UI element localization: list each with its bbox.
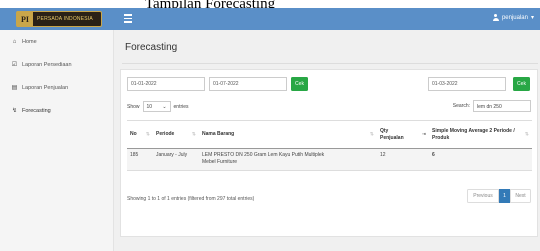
sort-icon: ⇅	[191, 131, 196, 137]
date-single-input[interactable]: 01-03-2022	[428, 77, 506, 91]
main-content: Forecasting 01-01-2022 01-07-2022 Cek 01…	[114, 30, 540, 251]
table-row[interactable]: 185 January - July LEM PRESTO DN 250 Gra…	[127, 148, 532, 171]
next-button[interactable]: Next	[510, 189, 531, 203]
previous-button[interactable]: Previous	[467, 189, 499, 203]
col-header-no[interactable]: No ⇅	[127, 120, 153, 149]
col-header-nama-barang[interactable]: Nama Barang ⇅	[199, 120, 377, 149]
sidebar: ⌂ Home ☑ Laporan Persediaan ▤ Laporan Pe…	[0, 30, 114, 251]
table-info: Showing 1 to 1 of 1 entries (filtered fr…	[127, 196, 255, 202]
col-header-qty[interactable]: Qty Penjualan ⇥	[377, 120, 429, 149]
sidebar-item-label: Home	[22, 38, 37, 45]
menu-toggle-icon[interactable]	[124, 14, 132, 23]
pagination: Previous 1 Next	[467, 189, 531, 203]
chevron-down-icon: ▾	[530, 15, 534, 21]
sidebar-item-laporan-persediaan[interactable]: ☑ Laporan Persediaan	[0, 53, 113, 76]
cell-no: 185	[127, 148, 153, 171]
user-menu[interactable]: penjualan ▾	[492, 14, 534, 21]
checkbox-icon: ☑	[11, 62, 18, 68]
sidebar-item-forecasting[interactable]: ↯ Forecasting	[0, 99, 113, 122]
search-control: Search: lem dn 250	[453, 100, 531, 112]
sidebar-item-label: Laporan Persediaan	[22, 61, 72, 68]
page-title: Forecasting	[125, 42, 178, 53]
date-to-input[interactable]: 01-07-2022	[209, 77, 287, 91]
entries-select[interactable]: 10 ⌄	[142, 101, 171, 112]
show-label: Show	[127, 103, 140, 110]
table-header-row: No ⇅ Periode ⇅ Nama Barang ⇅ Qty Penjualan ⇥…	[127, 120, 532, 149]
sidebar-item-label: Laporan Penjualan	[22, 84, 69, 91]
forecast-card: 01-01-2022 01-07-2022 Cek 01-03-2022 Cek…	[120, 69, 538, 237]
entries-label: entries	[173, 103, 189, 110]
length-control: Show 10 ⌄ entries	[127, 101, 189, 112]
chevron-down-icon: ⌄	[162, 103, 167, 110]
user-icon	[492, 14, 499, 21]
sort-icon: ⇅	[369, 131, 374, 137]
logo-text: PERSADA INDONESIA	[37, 16, 93, 22]
cell-qty: 12	[377, 148, 429, 171]
cek-button[interactable]: Cek	[291, 77, 308, 91]
home-icon: ⌂	[12, 38, 17, 45]
sort-icon: ⇥	[421, 131, 426, 137]
page-1-button[interactable]: 1	[499, 189, 510, 203]
sort-icon: ⇅	[524, 131, 529, 137]
top-navbar: PI PERSADA INDONESIA penjualan ▾	[0, 8, 540, 30]
col-header-periode[interactable]: Periode ⇅	[153, 120, 199, 149]
cell-periode: January - July	[153, 148, 199, 171]
divider	[122, 63, 538, 64]
sort-icon: ⇅	[145, 131, 150, 137]
search-input[interactable]: lem dn 250	[473, 100, 531, 112]
search-label: Search:	[452, 103, 470, 109]
date-from-input[interactable]: 01-01-2022	[127, 77, 205, 91]
brand-logo[interactable]: PI PERSADA INDONESIA	[16, 11, 102, 27]
cell-sma: 6	[429, 148, 532, 171]
sidebar-item-laporan-penjualan[interactable]: ▤ Laporan Penjualan	[0, 76, 113, 99]
sidebar-item-label: Forecasting	[22, 107, 51, 114]
user-name: penjualan	[501, 14, 528, 21]
sidebar-item-home[interactable]: ⌂ Home	[0, 30, 113, 53]
chart-icon: ↯	[11, 108, 18, 114]
forecast-table: No ⇅ Periode ⇅ Nama Barang ⇅ Qty Penjualan ⇥…	[127, 120, 532, 171]
logo-mark: PI	[17, 11, 33, 27]
col-header-sma[interactable]: Simple Moving Average 2 Periode / Produk…	[429, 120, 532, 149]
table-icon: ▤	[11, 85, 18, 91]
entries-value: 10	[146, 103, 153, 110]
cek-button-2[interactable]: Cek	[513, 77, 530, 91]
cell-nama-barang: LEM PRESTO DN 250 Gram Lem Kayu Putih Mu…	[199, 148, 377, 171]
